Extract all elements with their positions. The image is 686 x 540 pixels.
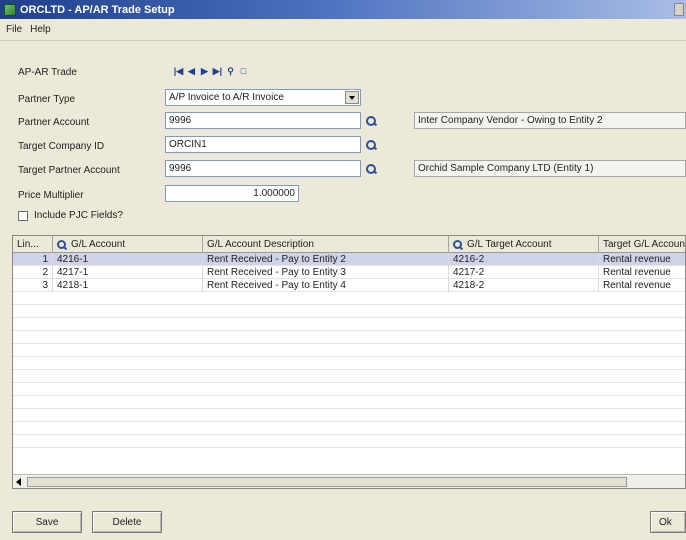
partner-account-lookup-icon[interactable] xyxy=(365,115,377,127)
cell-line: 1 xyxy=(13,253,53,266)
cell-target[interactable]: 4216-2 xyxy=(449,253,599,266)
table-row-empty[interactable] xyxy=(13,370,685,383)
menu-bar: File Help xyxy=(0,19,686,41)
grid-header: Lin... G/L Account G/L Account Descripti… xyxy=(13,236,685,253)
partner-type-label: Partner Type xyxy=(18,94,76,105)
partner-type-select[interactable]: A/P Invoice to A/R Invoice xyxy=(165,89,361,106)
scroll-thumb[interactable] xyxy=(27,477,627,487)
cell-description: Rent Received - Pay to Entity 2 xyxy=(203,253,449,266)
menu-help[interactable]: Help xyxy=(30,24,51,35)
partner-account-description: Inter Company Vendor - Owing to Entity 2 xyxy=(414,112,686,129)
partner-account-label: Partner Account xyxy=(18,117,90,128)
include-pjc-label: Include PJC Fields? xyxy=(34,210,123,221)
column-line-label: Lin... xyxy=(17,239,39,250)
column-target-description-label: Target G/L Account xyxy=(603,239,686,250)
column-line[interactable]: Lin... xyxy=(13,236,53,253)
column-gl-description[interactable]: G/L Account Description xyxy=(203,236,449,253)
cell-description: Rent Received - Pay to Entity 3 xyxy=(203,266,449,279)
target-partner-label: Target Partner Account xyxy=(18,165,120,176)
table-row-empty[interactable] xyxy=(13,422,685,435)
find-record-icon[interactable]: ⚲ xyxy=(225,66,236,77)
target-partner-lookup-icon[interactable] xyxy=(365,163,377,175)
app-icon xyxy=(4,3,16,16)
target-company-label: Target Company ID xyxy=(18,141,105,152)
table-row[interactable]: 3 4218-1 Rent Received - Pay to Entity 4… xyxy=(13,279,685,292)
search-icon[interactable] xyxy=(57,239,67,250)
first-record-icon[interactable]: |◀ xyxy=(173,66,184,77)
ok-button[interactable]: Ok xyxy=(650,511,686,533)
table-row-empty[interactable] xyxy=(13,435,685,448)
previous-record-icon[interactable]: ◀ xyxy=(186,66,197,77)
menu-file[interactable]: File xyxy=(6,24,22,35)
scroll-left-icon[interactable] xyxy=(15,477,23,487)
cell-target[interactable]: 4218-2 xyxy=(449,279,599,292)
cell-account[interactable]: 4218-1 xyxy=(53,279,203,292)
table-row[interactable]: 2 4217-1 Rent Received - Pay to Entity 3… xyxy=(13,266,685,279)
window-control-button[interactable] xyxy=(674,3,684,16)
table-row-empty[interactable] xyxy=(13,292,685,305)
grid-rows: 1 4216-1 Rent Received - Pay to Entity 2… xyxy=(13,253,685,448)
cell-description: Rent Received - Pay to Entity 4 xyxy=(203,279,449,292)
table-row[interactable]: 1 4216-1 Rent Received - Pay to Entity 2… xyxy=(13,253,685,266)
partner-type-value: A/P Invoice to A/R Invoice xyxy=(169,92,284,103)
column-gl-description-label: G/L Account Description xyxy=(207,239,314,250)
column-target-description[interactable]: Target G/L Account xyxy=(599,236,686,253)
chevron-down-icon[interactable] xyxy=(345,91,359,104)
target-partner-input[interactable]: 9996 xyxy=(165,160,361,177)
next-record-icon[interactable]: ▶ xyxy=(199,66,210,77)
cell-line: 2 xyxy=(13,266,53,279)
title-bar: ORCLTD - AP/AR Trade Setup xyxy=(0,0,686,19)
table-row-empty[interactable] xyxy=(13,383,685,396)
table-row-empty[interactable] xyxy=(13,409,685,422)
target-company-lookup-icon[interactable] xyxy=(365,139,377,151)
target-company-input[interactable]: ORCIN1 xyxy=(165,136,361,153)
cell-account[interactable]: 4216-1 xyxy=(53,253,203,266)
cell-target-description: Rental revenue xyxy=(599,279,685,292)
table-row-empty[interactable] xyxy=(13,396,685,409)
target-partner-description: Orchid Sample Company LTD (Entity 1) xyxy=(414,160,686,177)
table-row-empty[interactable] xyxy=(13,357,685,370)
gl-account-grid: Lin... G/L Account G/L Account Descripti… xyxy=(12,235,686,489)
record-navigation: |◀ ◀ ▶ ▶| ⚲ □ xyxy=(173,66,249,77)
cell-line: 3 xyxy=(13,279,53,292)
delete-button[interactable]: Delete xyxy=(92,511,162,533)
search-icon[interactable] xyxy=(453,239,463,250)
cell-target-description: Rental revenue xyxy=(599,253,685,266)
cell-target[interactable]: 4217-2 xyxy=(449,266,599,279)
table-row-empty[interactable] xyxy=(13,344,685,357)
table-row-empty[interactable] xyxy=(13,318,685,331)
table-row-empty[interactable] xyxy=(13,305,685,318)
column-gl-target[interactable]: G/L Target Account xyxy=(449,236,599,253)
cell-target-description: Rental revenue xyxy=(599,266,685,279)
save-button[interactable]: Save xyxy=(12,511,82,533)
trade-label: AP-AR Trade xyxy=(18,67,77,78)
horizontal-scrollbar[interactable] xyxy=(13,474,685,488)
column-gl-account-label: G/L Account xyxy=(71,239,126,250)
partner-account-input[interactable]: 9996 xyxy=(165,112,361,129)
last-record-icon[interactable]: ▶| xyxy=(212,66,223,77)
new-record-icon[interactable]: □ xyxy=(238,66,249,77)
table-row-empty[interactable] xyxy=(13,331,685,344)
window-title: ORCLTD - AP/AR Trade Setup xyxy=(20,3,175,16)
column-gl-target-label: G/L Target Account xyxy=(467,239,552,250)
price-multiplier-label: Price Multiplier xyxy=(18,190,84,201)
column-gl-account[interactable]: G/L Account xyxy=(53,236,203,253)
price-multiplier-input[interactable]: 1.000000 xyxy=(165,185,299,202)
include-pjc-checkbox[interactable] xyxy=(18,211,28,221)
cell-account[interactable]: 4217-1 xyxy=(53,266,203,279)
